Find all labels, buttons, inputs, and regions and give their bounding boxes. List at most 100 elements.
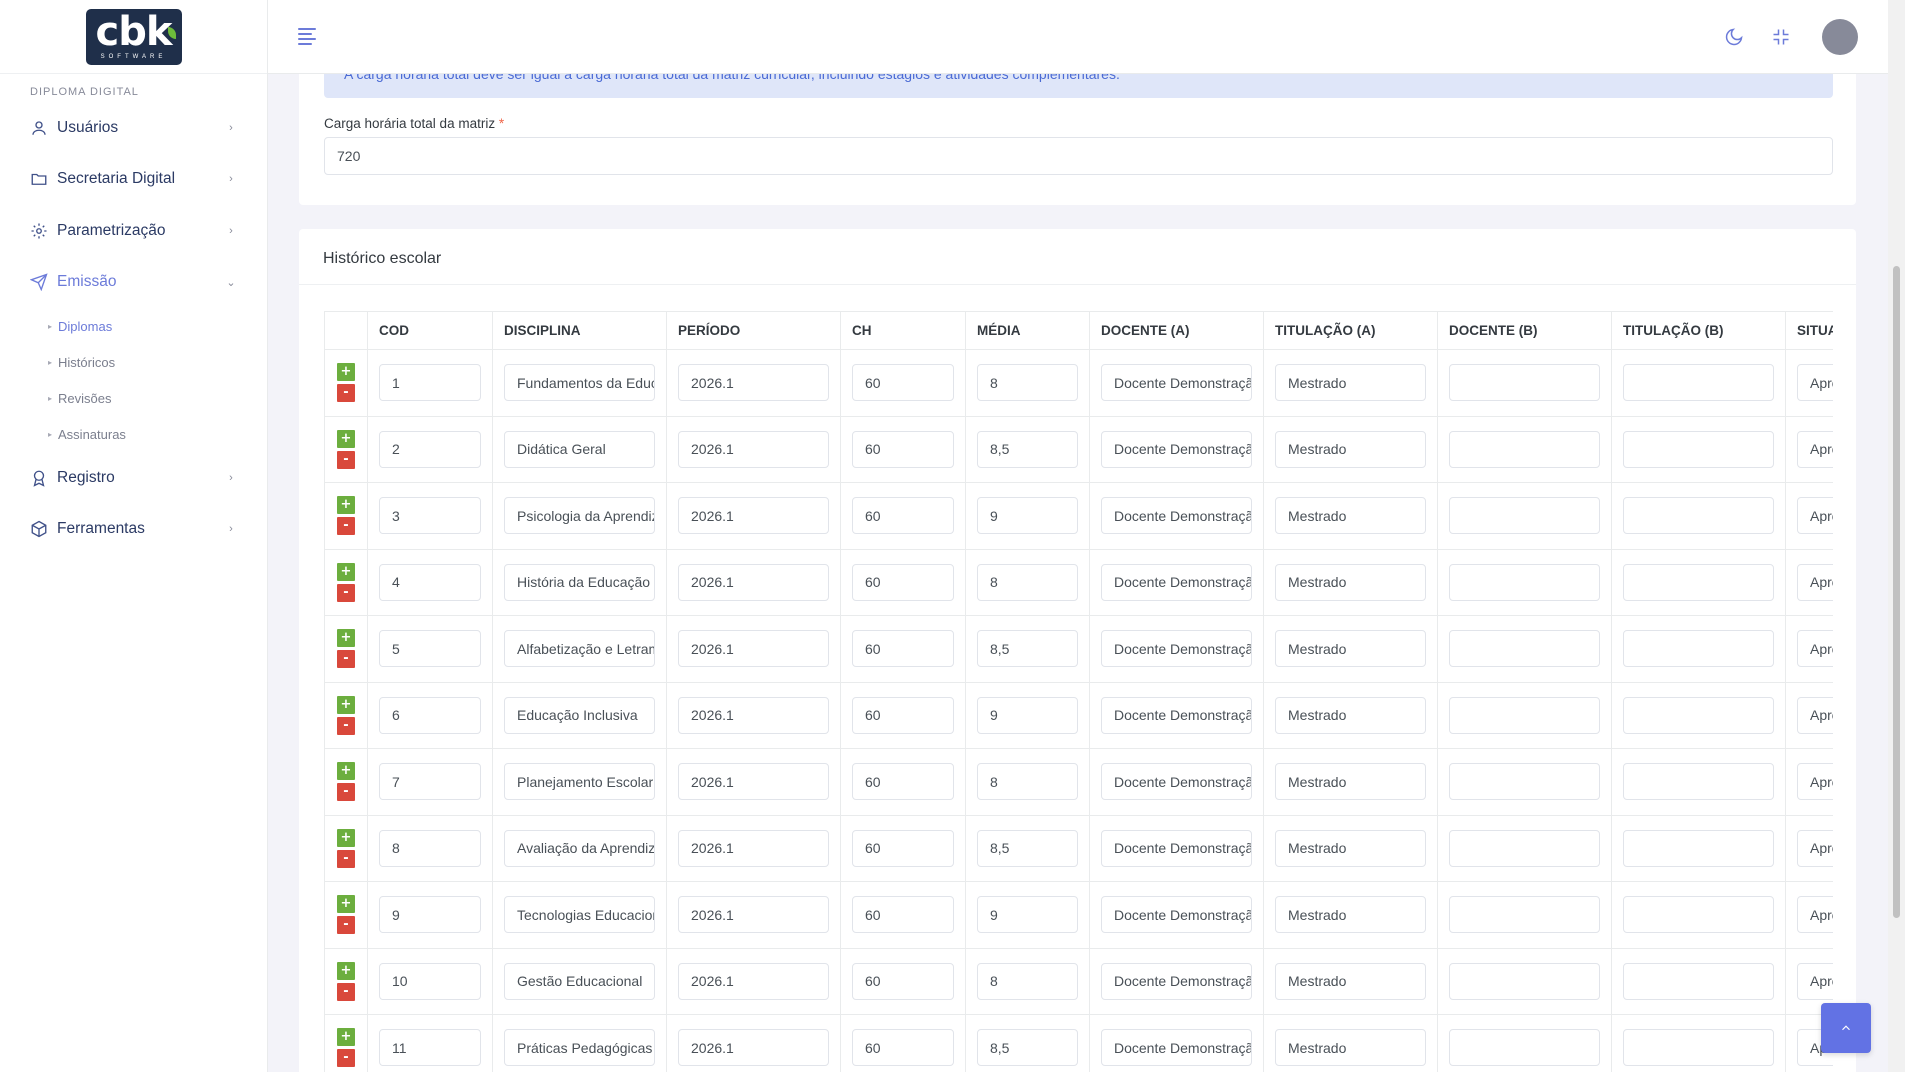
titulacao-b-input[interactable] (1623, 962, 1774, 1000)
periodo-input[interactable]: 2026.1 (678, 1029, 829, 1067)
remove-row-button[interactable]: - (337, 450, 355, 469)
titulacao-b-input[interactable] (1623, 563, 1774, 601)
titulacao-a-input[interactable]: Mestrado (1275, 763, 1426, 801)
media-input[interactable]: 8 (977, 962, 1078, 1000)
add-row-button[interactable]: + (337, 695, 355, 714)
add-row-button[interactable]: + (337, 828, 355, 847)
disciplina-input[interactable]: Didática Geral (504, 430, 655, 468)
sidebar-subitem-diplomas[interactable]: ▸ Diplomas (0, 308, 267, 344)
carga-horaria-input[interactable]: 720 (324, 137, 1833, 175)
media-input[interactable]: 8 (977, 763, 1078, 801)
logo[interactable]: cbk SOFTWARE (85, 8, 182, 65)
docente-b-input[interactable] (1449, 563, 1600, 601)
situacao-input[interactable]: Aprovado (1797, 763, 1833, 801)
titulacao-b-input[interactable] (1623, 1029, 1774, 1067)
remove-row-button[interactable]: - (337, 716, 355, 735)
titulacao-b-input[interactable] (1623, 896, 1774, 934)
titulacao-a-input[interactable]: Mestrado (1275, 630, 1426, 668)
disciplina-input[interactable]: Práticas Pedagógicas (504, 1029, 655, 1067)
docente-b-input[interactable] (1449, 763, 1600, 801)
disciplina-input[interactable]: Avaliação da Aprendizagem (504, 829, 655, 867)
remove-row-button[interactable]: - (337, 849, 355, 868)
situacao-input[interactable]: Aprovado (1797, 829, 1833, 867)
titulacao-a-input[interactable]: Mestrado (1275, 364, 1426, 402)
add-row-button[interactable]: + (337, 1028, 355, 1047)
exit-fullscreen-icon[interactable] (1768, 24, 1794, 50)
disciplina-input[interactable]: Planejamento Escolar (504, 763, 655, 801)
situacao-input[interactable]: Aprovado (1797, 563, 1833, 601)
situacao-input[interactable]: Aprovado (1797, 896, 1833, 934)
disciplina-input[interactable]: Fundamentos da Educação (504, 364, 655, 402)
titulacao-b-input[interactable] (1623, 763, 1774, 801)
sidebar-item-ferramentas[interactable]: Ferramentas › (0, 504, 267, 556)
cod-input[interactable]: 1 (379, 364, 481, 402)
docente-a-input[interactable]: Docente Demonstração (1101, 829, 1252, 867)
docente-a-input[interactable]: Docente Demonstração (1101, 364, 1252, 402)
media-input[interactable]: 8,5 (977, 829, 1078, 867)
docente-a-input[interactable]: Docente Demonstração (1101, 563, 1252, 601)
cod-input[interactable]: 2 (379, 430, 481, 468)
periodo-input[interactable]: 2026.1 (678, 829, 829, 867)
media-input[interactable]: 8,5 (977, 1029, 1078, 1067)
ch-input[interactable]: 60 (852, 829, 954, 867)
sidebar-subitem-assinaturas[interactable]: ▸ Assinaturas (0, 416, 267, 452)
docente-b-input[interactable] (1449, 497, 1600, 535)
titulacao-a-input[interactable]: Mestrado (1275, 430, 1426, 468)
media-input[interactable]: 8 (977, 364, 1078, 402)
media-input[interactable]: 9 (977, 896, 1078, 934)
sidebar-item-emissao[interactable]: Emissão ⌄ (0, 257, 267, 309)
ch-input[interactable]: 60 (852, 763, 954, 801)
docente-a-input[interactable]: Docente Demonstração (1101, 630, 1252, 668)
cod-input[interactable]: 5 (379, 630, 481, 668)
docente-b-input[interactable] (1449, 829, 1600, 867)
titulacao-a-input[interactable]: Mestrado (1275, 962, 1426, 1000)
remove-row-button[interactable]: - (337, 517, 355, 536)
titulacao-b-input[interactable] (1623, 497, 1774, 535)
disciplina-input[interactable]: Alfabetização e Letramento (504, 630, 655, 668)
periodo-input[interactable]: 2026.1 (678, 364, 829, 402)
disciplina-input[interactable]: História da Educação (504, 563, 655, 601)
add-row-button[interactable]: + (337, 562, 355, 581)
ch-input[interactable]: 60 (852, 1029, 954, 1067)
periodo-input[interactable]: 2026.1 (678, 563, 829, 601)
media-input[interactable]: 9 (977, 497, 1078, 535)
titulacao-b-input[interactable] (1623, 430, 1774, 468)
add-row-button[interactable]: + (337, 961, 355, 980)
docente-b-input[interactable] (1449, 430, 1600, 468)
add-row-button[interactable]: + (337, 762, 355, 781)
titulacao-a-input[interactable]: Mestrado (1275, 497, 1426, 535)
titulacao-b-input[interactable] (1623, 829, 1774, 867)
menu-toggle-icon[interactable] (298, 28, 316, 45)
ch-input[interactable]: 60 (852, 497, 954, 535)
media-input[interactable]: 9 (977, 696, 1078, 734)
situacao-input[interactable]: Aprovado (1797, 696, 1833, 734)
titulacao-b-input[interactable] (1623, 696, 1774, 734)
docente-a-input[interactable]: Docente Demonstração (1101, 763, 1252, 801)
situacao-input[interactable]: Aprovado (1797, 630, 1833, 668)
periodo-input[interactable]: 2026.1 (678, 430, 829, 468)
ch-input[interactable]: 60 (852, 962, 954, 1000)
titulacao-a-input[interactable]: Mestrado (1275, 1029, 1426, 1067)
ch-input[interactable]: 60 (852, 896, 954, 934)
add-row-button[interactable]: + (337, 629, 355, 648)
situacao-input[interactable]: Aprovado (1797, 430, 1833, 468)
cod-input[interactable]: 4 (379, 563, 481, 601)
cod-input[interactable]: 7 (379, 763, 481, 801)
docente-a-input[interactable]: Docente Demonstração (1101, 430, 1252, 468)
titulacao-a-input[interactable]: Mestrado (1275, 563, 1426, 601)
ch-input[interactable]: 60 (852, 696, 954, 734)
docente-b-input[interactable] (1449, 364, 1600, 402)
docente-a-input[interactable]: Docente Demonstração (1101, 896, 1252, 934)
docente-b-input[interactable] (1449, 696, 1600, 734)
ch-input[interactable]: 60 (852, 364, 954, 402)
remove-row-button[interactable]: - (337, 783, 355, 802)
ch-input[interactable]: 60 (852, 563, 954, 601)
remove-row-button[interactable]: - (337, 982, 355, 1001)
remove-row-button[interactable]: - (337, 583, 355, 602)
cod-input[interactable]: 3 (379, 497, 481, 535)
periodo-input[interactable]: 2026.1 (678, 630, 829, 668)
disciplina-input[interactable]: Gestão Educacional (504, 962, 655, 1000)
situacao-input[interactable]: Aprovado (1797, 962, 1833, 1000)
disciplina-input[interactable]: Tecnologias Educacionais (504, 896, 655, 934)
sidebar-subitem-revisoes[interactable]: ▸ Revisões (0, 380, 267, 416)
